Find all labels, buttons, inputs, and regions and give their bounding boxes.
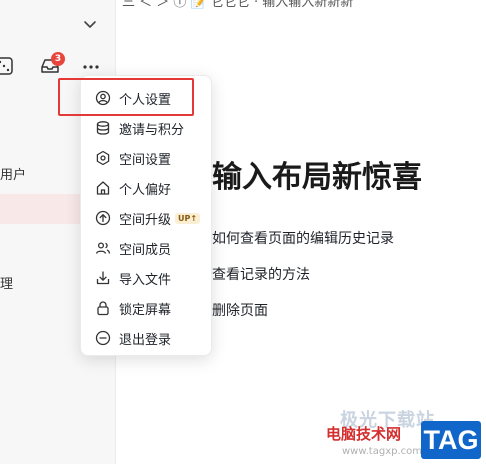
doc-line: 如何查看页面的编辑历史记录 <box>212 231 394 247</box>
more-icon[interactable] <box>81 57 101 77</box>
menu-item-space-members[interactable]: 空间成员 <box>81 234 213 262</box>
arrow-up-circle-icon <box>95 210 111 226</box>
coins-icon <box>96 121 110 135</box>
menu-item-preferences[interactable]: 个人偏好 <box>81 174 213 202</box>
breadcrumb: 三 ＜ ＞ ⓘ 📝 它它它 · 输入输入新新新 <box>122 0 354 10</box>
menu-item-label: 邀请与积分 <box>119 122 185 138</box>
import-icon <box>96 271 110 285</box>
menu-item-space-settings[interactable]: 空间设置 <box>81 144 213 172</box>
doc-line: 查看记录的方法 <box>212 267 310 283</box>
sidebar-item-users[interactable]: 用户 <box>0 164 26 183</box>
highlight-box <box>58 78 194 116</box>
page-title: 输入布局新惊喜 <box>212 160 422 195</box>
upgrade-badge: UP↑ <box>175 212 201 224</box>
inbox-badge: 3 <box>51 52 65 66</box>
menu-item-invite-points[interactable]: 邀请与积分 <box>81 114 213 142</box>
sidebar-item-manage[interactable]: 理 <box>0 273 13 292</box>
menu-item-label: 个人偏好 <box>119 182 172 198</box>
menu-item-label: 空间升级 <box>119 212 172 228</box>
watermark-tag-logo: TAG <box>421 421 481 459</box>
menu-item-lock-screen[interactable]: 锁定屏幕 <box>81 294 213 322</box>
watermark-url: www.tagxp.com <box>342 446 422 457</box>
menu-item-label: 空间成员 <box>119 242 172 258</box>
menu-item-label: 退出登录 <box>119 332 172 348</box>
home-icon <box>96 181 110 195</box>
chevron-down-icon[interactable] <box>82 16 98 32</box>
minus-circle-icon <box>95 330 111 346</box>
lock-icon <box>97 301 109 316</box>
dice-icon[interactable] <box>0 56 20 76</box>
doc-line: 删除页面 <box>212 303 268 319</box>
members-icon <box>95 242 111 254</box>
menu-item-logout[interactable]: 退出登录 <box>81 324 213 352</box>
menu-item-label: 导入文件 <box>119 272 172 288</box>
menu-item-import-file[interactable]: 导入文件 <box>81 264 213 292</box>
hexagon-settings-icon <box>96 150 110 166</box>
menu-item-label: 空间设置 <box>119 152 172 168</box>
menu-item-space-upgrade[interactable]: 空间升级 UP↑ <box>81 204 213 232</box>
menu-item-label: 锁定屏幕 <box>119 302 172 318</box>
watermark-site-name: 电脑技术网 <box>326 425 402 443</box>
account-menu: 个人设置 邀请与积分 空间设置 个人偏好 空间升级 UP↑ 空间成员 导入文件 … <box>80 75 212 356</box>
